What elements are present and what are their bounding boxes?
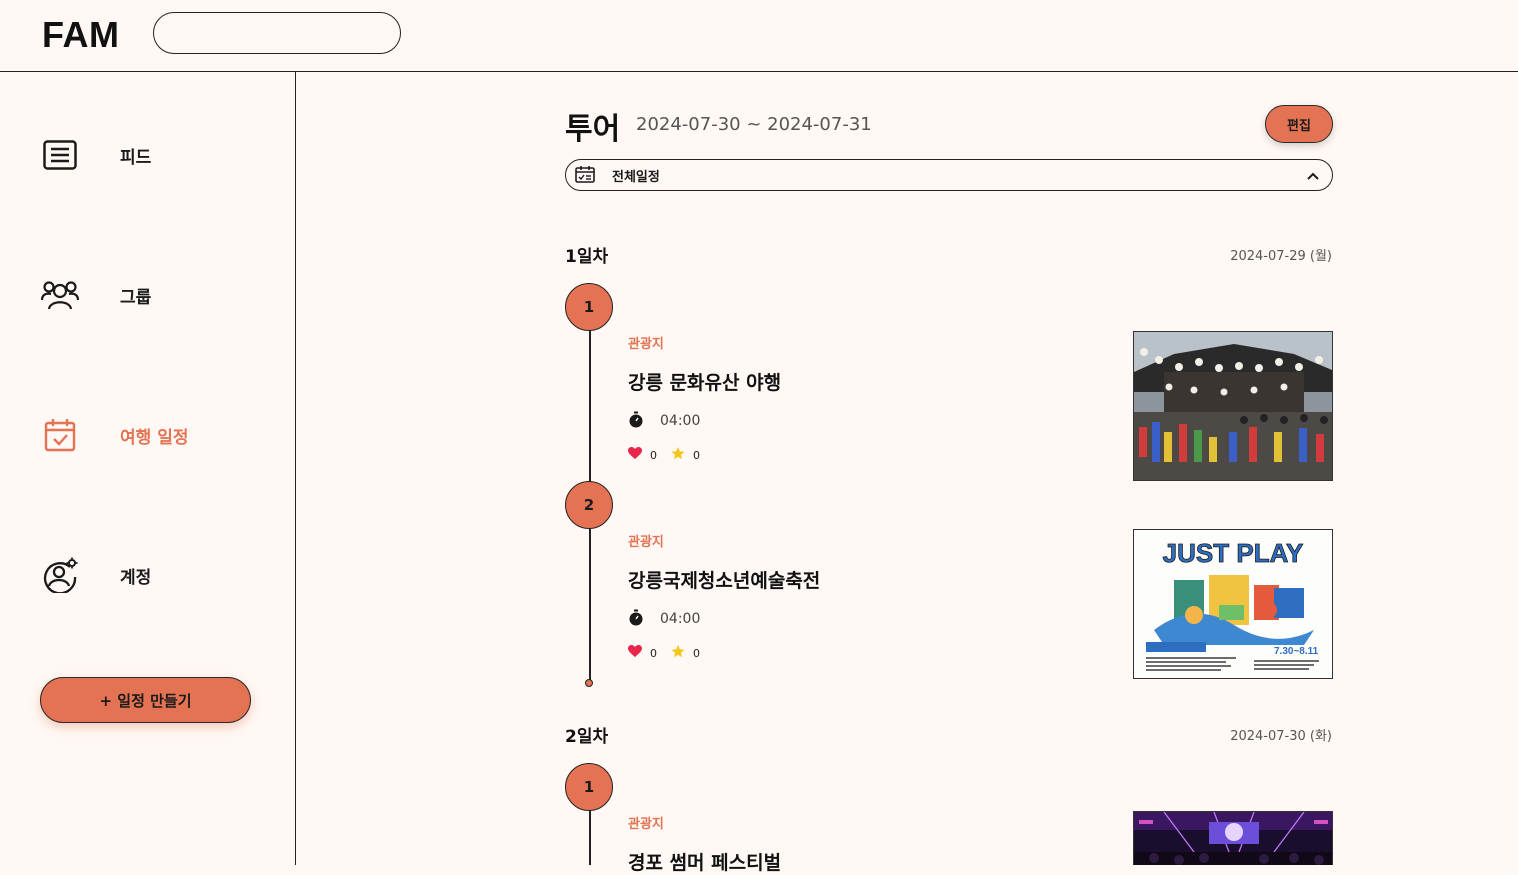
calendar-icon [575, 165, 595, 187]
star-count: 0 [693, 448, 700, 462]
poster-headline: JUST PLAY [1163, 538, 1304, 568]
poster-dates: 7.30~8.11 [1274, 646, 1319, 657]
schedule-filter-label: 전체일정 [612, 170, 660, 185]
top-header: FAM [0, 0, 1518, 72]
trip-title: 투어 [565, 112, 621, 147]
timer-icon [628, 411, 644, 432]
stop-time-value: 04:00 [660, 413, 701, 429]
star-count: 0 [693, 646, 700, 660]
stop-name[interactable]: 강릉 문화유산 야행 [628, 368, 781, 395]
chevron-up-icon [1306, 168, 1320, 187]
stop-name[interactable]: 강릉국제청소년예술축전 [628, 566, 820, 593]
stop-stats: 0 0 [628, 447, 714, 463]
stop-photo-festival-poster[interactable]: JUST PLAY 7.30~8.11 [1133, 529, 1333, 679]
stop-time-value: 04:00 [660, 611, 701, 627]
timeline-end-dot [585, 679, 593, 687]
search-input[interactable] [153, 12, 401, 54]
stop-number: 1 [565, 283, 613, 331]
sidebar-item-label: 계정 [120, 567, 152, 588]
sidebar-item-group[interactable]: 그룹 [40, 275, 260, 315]
timer-icon [628, 609, 644, 630]
sidebar-item-label: 여행 일정 [120, 427, 189, 448]
stop-category: 관광지 [628, 535, 664, 550]
trip-dates: 2024-07-30 ~ 2024-07-31 [636, 114, 872, 135]
account-settings-icon [40, 555, 80, 595]
day-title: 2일차 [565, 727, 609, 747]
like-count: 0 [650, 646, 657, 660]
calendar-check-icon [40, 415, 80, 455]
day-date: 2024-07-30 (화) [1230, 729, 1332, 744]
heart-icon[interactable] [628, 447, 642, 463]
like-count: 0 [650, 448, 657, 462]
create-schedule-button[interactable]: + 일정 만들기 [40, 677, 251, 723]
sidebar-item-label: 피드 [120, 147, 152, 168]
feed-icon [40, 135, 80, 175]
day-title: 1일차 [565, 247, 609, 267]
stop-time: 04:00 [628, 411, 700, 431]
schedule-filter-select[interactable]: 전체일정 [565, 159, 1333, 191]
sidebar-item-trip-schedule[interactable]: 여행 일정 [40, 415, 260, 455]
stop-number: 1 [565, 763, 613, 811]
stop-name[interactable]: 경포 썸머 페스티벌 [628, 848, 781, 875]
stop-number: 2 [565, 481, 613, 529]
timeline-line [589, 810, 591, 865]
sidebar-item-feed[interactable]: 피드 [40, 135, 260, 175]
group-icon [40, 275, 80, 315]
app-logo[interactable]: FAM [42, 14, 120, 56]
stop-time: 04:00 [628, 609, 700, 629]
stop-stats: 0 0 [628, 645, 714, 661]
sidebar: 피드 그룹 여행 일정 계정 + 일정 만들기 [0, 72, 296, 865]
sidebar-item-account[interactable]: 계정 [40, 555, 260, 595]
edit-button[interactable]: 편집 [1265, 105, 1333, 143]
day-date: 2024-07-29 (월) [1230, 249, 1332, 264]
stop-photo-night-festival[interactable] [1133, 331, 1333, 481]
star-icon[interactable] [671, 645, 685, 661]
stop-category: 관광지 [628, 817, 664, 832]
star-icon[interactable] [671, 447, 685, 463]
heart-icon[interactable] [628, 645, 642, 661]
sidebar-item-label: 그룹 [120, 287, 152, 308]
stop-photo-concert[interactable] [1133, 811, 1333, 865]
stop-category: 관광지 [628, 337, 664, 352]
